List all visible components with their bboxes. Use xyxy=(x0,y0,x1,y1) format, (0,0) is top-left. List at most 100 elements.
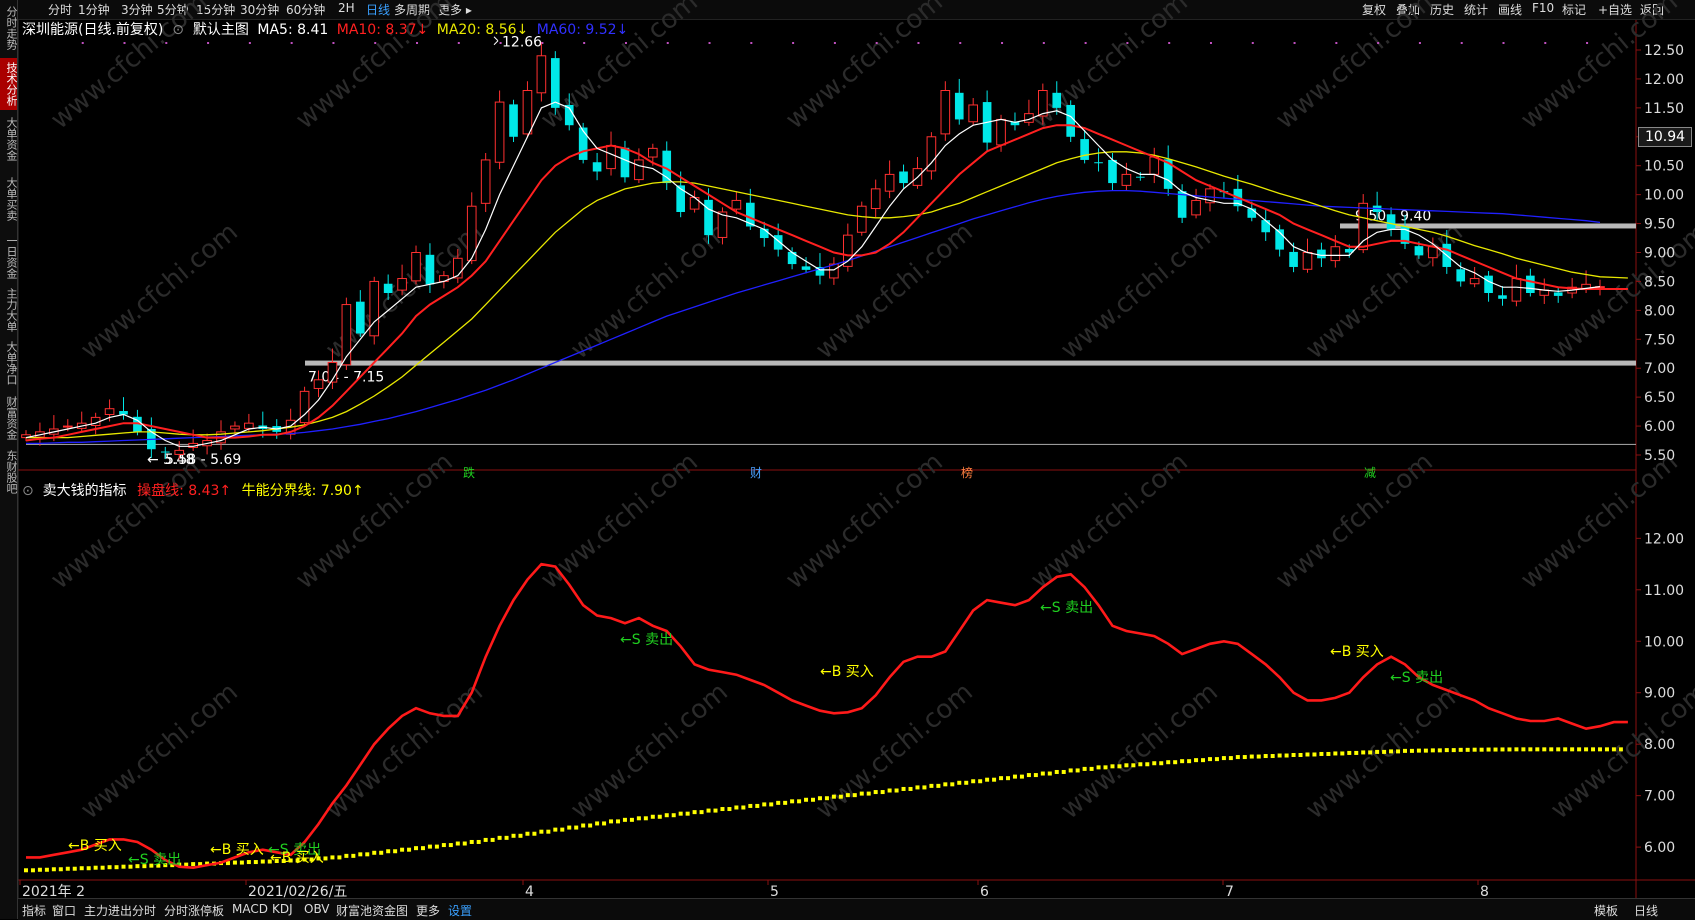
bottom-tab-2[interactable]: 主力进出分时 xyxy=(84,902,156,919)
bull-dot xyxy=(434,844,439,849)
candle-body xyxy=(954,92,964,120)
bull-dot xyxy=(1006,776,1011,781)
marker-dot xyxy=(917,42,920,44)
marker-dot xyxy=(1460,42,1463,44)
bottom-tab-0[interactable]: 指标 xyxy=(22,902,46,919)
bull-dot xyxy=(602,821,607,826)
candle-body xyxy=(1136,176,1145,178)
current-price-tag: 10.94 xyxy=(1638,127,1692,147)
bull-dot xyxy=(1124,763,1129,768)
candle-body xyxy=(647,147,658,158)
bull-dot xyxy=(330,855,335,860)
price-tick-label: 9.50 xyxy=(1644,217,1675,233)
watermark: www.cfchi.com xyxy=(810,677,979,825)
bull-dot xyxy=(1563,747,1568,752)
marker-dot xyxy=(1335,42,1338,44)
bull-dot xyxy=(678,811,683,816)
candle-body xyxy=(634,159,644,181)
signal-buy: ←B 买入 xyxy=(210,842,264,858)
bull-dot xyxy=(1486,747,1491,752)
marker-dot xyxy=(499,42,502,44)
candle-body xyxy=(1302,252,1313,270)
bottom-tab-3[interactable]: 分时涨停板 xyxy=(164,902,224,919)
candle-body xyxy=(773,235,783,250)
candle-body xyxy=(313,379,324,389)
bull-dot xyxy=(344,853,349,858)
candle-body xyxy=(1330,246,1341,262)
bull-dot xyxy=(699,810,704,815)
candle-body xyxy=(968,104,979,123)
settings-icon[interactable]: ⊙ xyxy=(22,483,38,499)
chart-canvas[interactable]: www.cfchi.com www.cfchi.com www.cfchi.com w… xyxy=(0,0,1695,919)
candle-body xyxy=(550,58,560,108)
bull-dot xyxy=(964,780,969,785)
bull-dot xyxy=(629,817,634,822)
candle-body xyxy=(397,278,407,291)
bull-dot xyxy=(441,843,446,848)
ind-tick-label: 10.00 xyxy=(1644,634,1684,650)
candle-body xyxy=(1052,92,1062,108)
bull-dot xyxy=(817,796,822,801)
bottom-right-0[interactable]: 模板 xyxy=(1594,902,1618,919)
candle-body xyxy=(1261,220,1271,233)
indicator-name[interactable]: 卖大钱的指标 xyxy=(43,483,127,499)
bull-dot xyxy=(1375,749,1380,754)
bull-dot xyxy=(574,825,579,830)
watermark: www.cfchi.com xyxy=(1270,0,1439,135)
bottom-right-1[interactable]: 日线 xyxy=(1634,902,1658,919)
bull-dot xyxy=(936,783,941,788)
bull-dot xyxy=(581,823,586,828)
bull-dot xyxy=(622,817,627,822)
stock-name[interactable]: 深圳能源(日线.前复权) xyxy=(22,22,163,38)
price-tick-label: 10.50 xyxy=(1644,159,1684,175)
bull-dot xyxy=(79,866,84,871)
bull-dot xyxy=(1110,764,1115,769)
marker-dot xyxy=(583,42,586,44)
bull-dot xyxy=(1263,754,1268,759)
bull-dot xyxy=(1604,747,1609,752)
watermark: www.cfchi.com xyxy=(45,447,214,595)
signal-buy: ←B 买入 xyxy=(1330,644,1384,660)
bull-dot xyxy=(1152,761,1157,766)
bottom-tab-9[interactable]: 设置 xyxy=(448,902,472,919)
bull-dot xyxy=(1584,747,1589,752)
bull-dot xyxy=(685,811,690,816)
bottom-tab-4[interactable]: MACD xyxy=(232,902,268,916)
bull-dot xyxy=(400,847,405,852)
bottom-tab-1[interactable]: 窗口 xyxy=(52,902,76,919)
bull-dot xyxy=(1201,758,1206,763)
bull-dot xyxy=(999,776,1004,781)
marker-dot xyxy=(1377,42,1380,44)
candle-body xyxy=(411,252,421,282)
candle-body xyxy=(383,283,393,293)
candle-body xyxy=(1511,278,1522,302)
bull-dot xyxy=(1061,769,1066,774)
bull-dot xyxy=(37,867,42,872)
bull-dot xyxy=(971,779,976,784)
bull-dot xyxy=(1382,749,1387,754)
op-line-label: 操盘线: 8.43↑ xyxy=(137,483,232,499)
bull-dot xyxy=(1277,753,1282,758)
candle-body xyxy=(480,159,491,204)
marker-dot xyxy=(165,42,168,44)
bull-dot xyxy=(1270,754,1275,759)
bottom-tab-6[interactable]: OBV xyxy=(304,902,330,916)
template-name[interactable]: 默认主图 xyxy=(193,22,249,38)
candle-body xyxy=(870,188,881,210)
marker-dot xyxy=(1084,42,1087,44)
bull-dot xyxy=(1514,747,1519,752)
bull-dot xyxy=(915,785,920,790)
bottom-tab-7[interactable]: 财富池资金图 xyxy=(336,902,408,919)
bull-dot xyxy=(1040,771,1045,776)
bull-dot xyxy=(845,793,850,798)
bull-dot xyxy=(379,850,384,855)
price-tick-label: 10.00 xyxy=(1644,188,1684,204)
bull-dot xyxy=(1173,760,1178,765)
bottom-tab-5[interactable]: KDJ xyxy=(272,902,293,916)
bottom-tab-8[interactable]: 更多 xyxy=(416,902,440,919)
signal-sell: ←S 卖出 xyxy=(1040,600,1093,616)
price-tick-label: 12.50 xyxy=(1644,43,1684,59)
bull-dot xyxy=(595,821,600,826)
settings-icon[interactable]: ⊙ xyxy=(168,22,189,38)
bull-dot xyxy=(1451,748,1456,753)
